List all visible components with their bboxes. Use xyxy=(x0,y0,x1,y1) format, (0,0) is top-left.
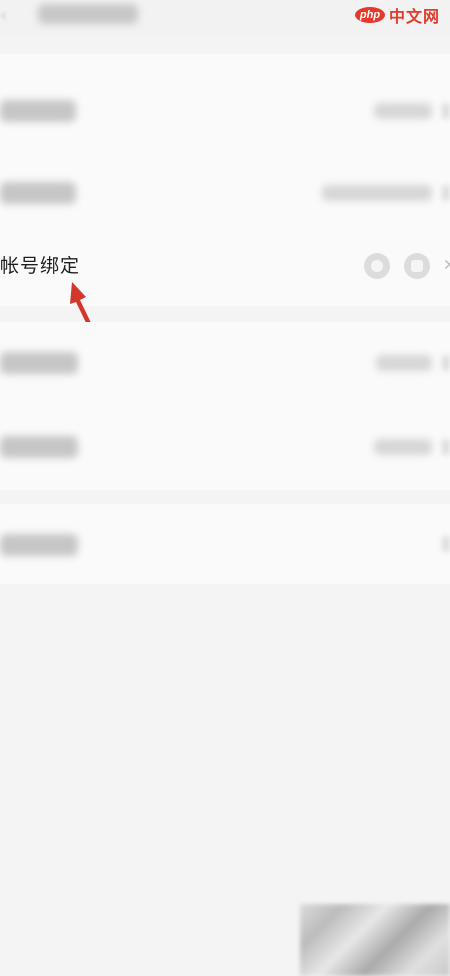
settings-row-blurred-1[interactable] xyxy=(0,70,450,152)
account-binding-label: 帐号绑定 xyxy=(0,255,81,277)
header: ‹ php 中文网 xyxy=(0,0,450,36)
settings-row-blurred-2[interactable] xyxy=(0,152,450,234)
chevron-right-icon xyxy=(442,185,450,201)
blurred-value xyxy=(376,355,432,371)
blurred-label xyxy=(0,352,78,374)
back-icon[interactable]: ‹ xyxy=(0,7,10,25)
chevron-right-icon: › xyxy=(443,251,450,279)
page-title-blurred xyxy=(38,4,138,24)
settings-row-blurred-4[interactable] xyxy=(0,406,450,488)
blurred-label xyxy=(0,182,76,204)
settings-card-2 xyxy=(0,322,450,490)
watermark: php 中文网 xyxy=(354,4,440,26)
blurred-value xyxy=(374,103,432,119)
blurred-value xyxy=(322,185,432,201)
blurred-preview-image xyxy=(300,904,450,976)
chevron-right-icon xyxy=(442,103,450,119)
chevron-right-icon xyxy=(442,536,450,552)
blurred-label xyxy=(0,534,78,556)
blurred-label xyxy=(0,436,78,458)
blurred-value xyxy=(374,439,432,455)
binding-square-icon xyxy=(404,253,430,279)
settings-card-3 xyxy=(0,504,450,584)
watermark-text: 中文网 xyxy=(388,7,440,26)
binding-circle-icon xyxy=(364,253,390,279)
chevron-right-icon xyxy=(442,439,450,455)
settings-row-blurred-5[interactable] xyxy=(0,504,450,584)
chevron-right-icon xyxy=(442,355,450,371)
blurred-label xyxy=(0,100,76,122)
watermark-logo: php xyxy=(354,7,385,23)
settings-row-blurred-3[interactable] xyxy=(0,322,450,404)
